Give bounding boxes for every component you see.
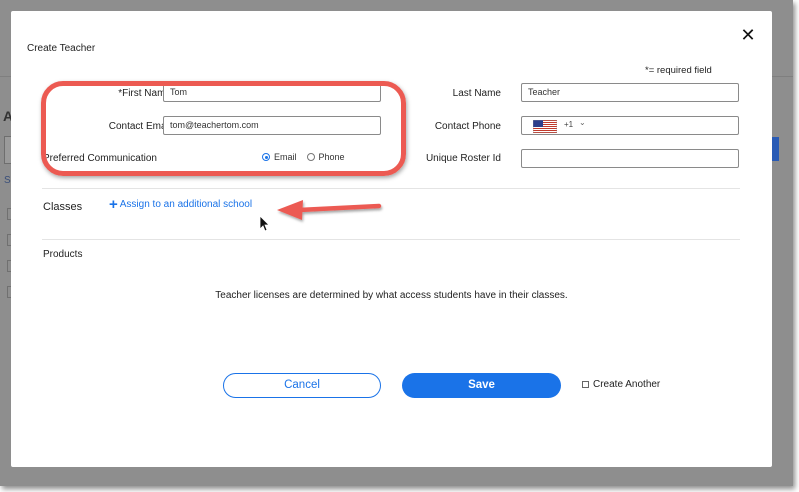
first-name-label: *First Name xyxy=(118,88,171,99)
background-button-fragment xyxy=(772,137,779,161)
products-label: Products xyxy=(43,249,83,260)
contact-phone-input[interactable]: +1 ⌄ xyxy=(521,116,739,135)
modal-title: Create Teacher xyxy=(27,43,96,54)
radio-unselected-icon xyxy=(306,153,315,161)
create-another-option[interactable]: Create Another xyxy=(582,379,660,390)
create-another-checkbox[interactable] xyxy=(582,381,589,388)
radio-phone[interactable]: Phone xyxy=(306,152,345,162)
annotation-arrow-icon xyxy=(277,200,382,220)
create-another-label: Create Another xyxy=(593,379,661,390)
required-field-note: *= required field xyxy=(645,65,712,76)
radio-phone-label: Phone xyxy=(318,152,345,162)
cancel-button[interactable]: Cancel xyxy=(223,373,381,398)
unique-roster-id-label: Unique Roster Id xyxy=(425,153,501,164)
save-button[interactable]: Save xyxy=(402,373,561,398)
country-code: +1 xyxy=(564,120,574,129)
contact-email-label: Contact Email xyxy=(108,121,171,132)
contact-email-input[interactable]: tom@teachertom.com xyxy=(163,116,381,135)
close-icon[interactable]: ✕ xyxy=(738,25,758,45)
section-divider xyxy=(42,239,740,240)
preferred-communication-radio-group: Email Phone xyxy=(262,152,355,162)
first-name-input[interactable]: Tom xyxy=(163,83,381,102)
unique-roster-id-input[interactable] xyxy=(521,149,739,168)
last-name-label: Last Name xyxy=(452,88,501,99)
background-link-fragment: S xyxy=(4,175,11,186)
section-divider xyxy=(42,188,740,189)
last-name-input[interactable]: Teacher xyxy=(521,83,739,102)
mouse-pointer-icon xyxy=(259,215,270,232)
screenshot-frame: A S Create Teacher ✕ *= required field *… xyxy=(0,0,793,486)
us-flag-icon[interactable] xyxy=(533,120,557,133)
teacher-license-info: Teacher licenses are determined by what … xyxy=(215,290,568,301)
create-teacher-modal: Create Teacher ✕ *= required field *Firs… xyxy=(11,11,772,467)
chevron-down-icon[interactable]: ⌄ xyxy=(579,118,586,127)
assign-additional-school-link[interactable]: + Assign to an additional school xyxy=(109,195,253,213)
radio-email-label: Email xyxy=(274,152,297,162)
preferred-communication-label: Preferred Communication xyxy=(43,153,157,164)
classes-label: Classes xyxy=(43,201,83,213)
radio-email[interactable]: Email xyxy=(262,152,297,162)
plus-icon: + xyxy=(109,195,118,213)
radio-selected-icon xyxy=(262,153,270,161)
assign-link-label: Assign to an additional school xyxy=(119,199,253,210)
contact-phone-label: Contact Phone xyxy=(434,121,501,132)
